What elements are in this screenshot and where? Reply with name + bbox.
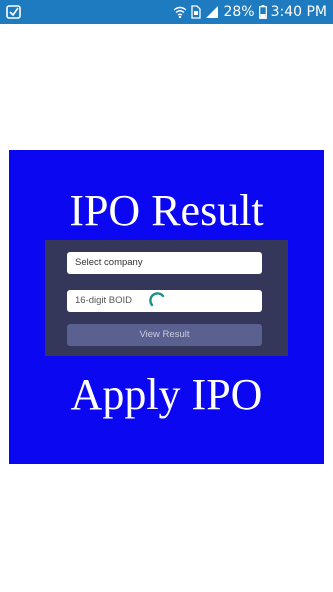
company-select[interactable]: Select company	[67, 252, 262, 274]
battery-percent: 28%	[223, 4, 255, 20]
apply-ipo-text: Apply IPO	[70, 370, 263, 419]
wifi-icon	[174, 6, 187, 19]
sim-icon	[191, 5, 202, 19]
view-result-button[interactable]: View Result	[67, 324, 262, 346]
notification-icon	[6, 4, 22, 20]
battery-icon	[258, 5, 267, 19]
clock: 3:40 PM	[270, 4, 327, 20]
status-bar: 28% 3:40 PM	[0, 0, 333, 24]
loading-spinner-icon	[149, 292, 165, 307]
promo-banner[interactable]: IPO Result Select company 16-digit BOID …	[9, 150, 324, 464]
ipo-form-panel: Select company 16-digit BOID View Result	[45, 240, 288, 356]
signal-icon	[206, 6, 219, 18]
promo-title: IPO Result	[69, 186, 264, 235]
